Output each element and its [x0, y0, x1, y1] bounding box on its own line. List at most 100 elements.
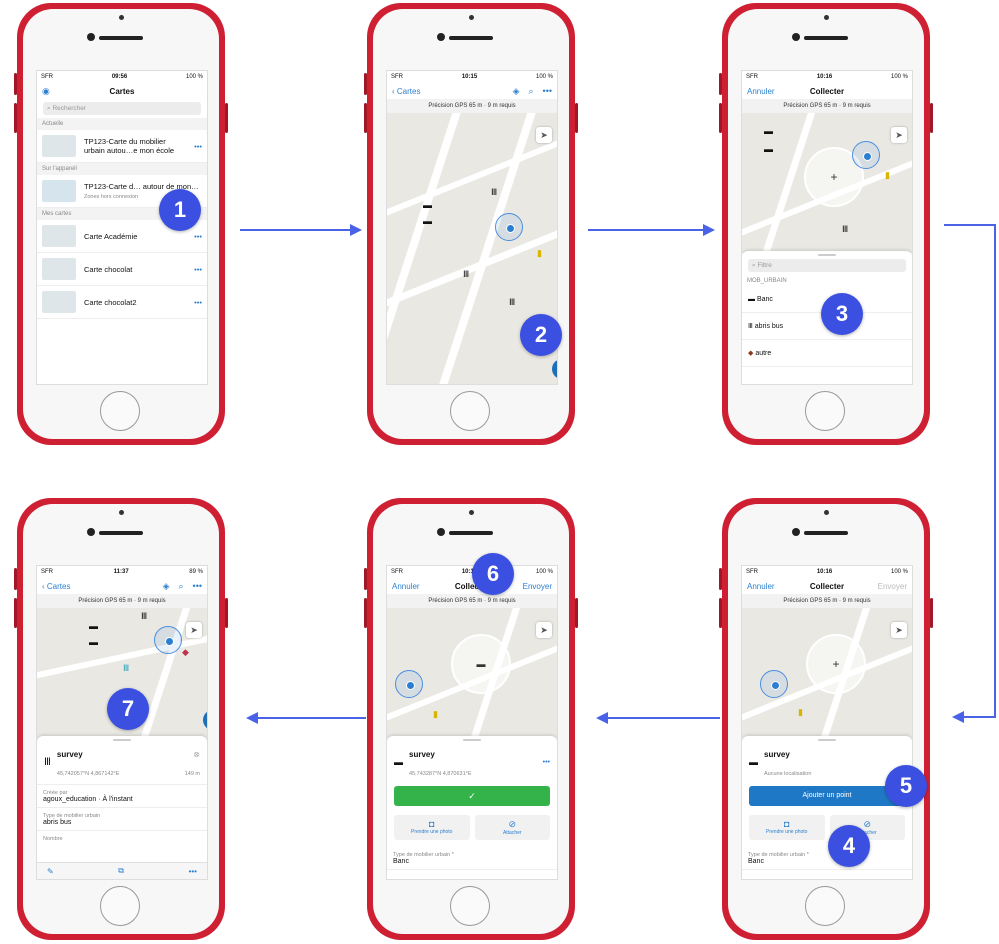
- status-bar: SFR 09:56 100 %: [41, 74, 203, 80]
- layers-icon[interactable]: ◈: [513, 86, 520, 97]
- back-button[interactable]: ‹ Cartes: [392, 87, 420, 96]
- bench-marker[interactable]: ▬: [764, 127, 773, 136]
- step-badge-2: 2: [520, 314, 562, 356]
- locate-icon[interactable]: ➤: [891, 622, 907, 638]
- bench-marker[interactable]: ▬: [89, 622, 98, 631]
- flow-arrowhead: [246, 712, 258, 724]
- add-feature-button[interactable]: +: [552, 359, 557, 379]
- more-icon[interactable]: •••: [194, 232, 202, 241]
- count-field: Nombre: [43, 836, 63, 842]
- more-icon[interactable]: •••: [194, 298, 202, 307]
- flow-arrowhead: [596, 712, 608, 724]
- status-bar: SFR 10:16 100 %: [746, 74, 908, 80]
- layers-icon[interactable]: ◈: [163, 581, 170, 592]
- location-confirmed-button[interactable]: ✓: [394, 786, 550, 806]
- back-button[interactable]: ‹ Cartes: [42, 582, 70, 591]
- search-input[interactable]: ⌕ Rechercher: [43, 102, 201, 115]
- feature-detail-sheet: Ⅲ survey 45,742057°N 4,867142°E ⊗ 149 m Cr…: [37, 736, 207, 879]
- bin-marker[interactable]: ▮: [798, 708, 803, 717]
- section-device: Sur l'appareil: [37, 163, 207, 175]
- locate-icon[interactable]: ➤: [536, 622, 552, 638]
- gps-location-marker: [852, 141, 880, 169]
- list-item[interactable]: Carte chocolat •••: [37, 253, 207, 286]
- furniture-type-field[interactable]: Type de mobilier urbain * Banc: [742, 847, 912, 870]
- more-icon[interactable]: •••: [194, 142, 202, 151]
- close-icon[interactable]: ⊗: [193, 750, 200, 759]
- locate-icon[interactable]: ➤: [891, 127, 907, 143]
- bus-shelter-marker[interactable]: Ⅲ: [141, 612, 147, 621]
- gps-accuracy-bar: Précision GPS 65 m · 9 m requis: [37, 594, 207, 609]
- more-icon[interactable]: •••: [189, 867, 197, 876]
- bench-marker[interactable]: ▬: [423, 217, 432, 226]
- list-item-current-map[interactable]: TP123-Carte du mobilier urbain autou…e m…: [37, 130, 207, 163]
- home-button[interactable]: [450, 886, 490, 926]
- search-icon[interactable]: ⌕: [179, 581, 184, 592]
- bench-marker[interactable]: ▬: [423, 201, 432, 210]
- home-button[interactable]: [100, 886, 140, 926]
- bus-shelter-marker[interactable]: Ⅲ: [491, 188, 497, 197]
- bench-marker[interactable]: ▬: [764, 145, 773, 154]
- map-thumbnail: [42, 135, 76, 157]
- bench-marker[interactable]: ▬: [89, 638, 98, 647]
- more-icon[interactable]: •••: [193, 581, 202, 592]
- bench-icon: ▬: [749, 757, 758, 767]
- step-badge-7: 7: [107, 688, 149, 730]
- type-item-autre[interactable]: ◆ autre: [742, 340, 912, 367]
- bin-marker[interactable]: ▮: [885, 171, 890, 180]
- feature-form-sheet: ▬ survey Aucune localisation Ajouter un p…: [742, 736, 912, 879]
- other-marker[interactable]: ◆: [182, 648, 189, 657]
- sheet-handle[interactable]: [113, 739, 131, 741]
- map-view[interactable]: ➤ + ▮: [742, 608, 912, 740]
- bus-shelter-marker[interactable]: Ⅲ: [842, 225, 848, 234]
- more-icon[interactable]: •••: [194, 265, 202, 274]
- bench-icon: ▬: [394, 757, 403, 767]
- filter-input[interactable]: ⌕ Filtre: [748, 259, 906, 272]
- sheet-handle[interactable]: [818, 254, 836, 256]
- take-photo-button[interactable]: ◘ Prendre une photo: [749, 815, 825, 840]
- search-icon[interactable]: ⌕: [529, 86, 534, 97]
- home-button[interactable]: [100, 391, 140, 431]
- phone-6: SFR 11:37 89 % ‹ Cartes ◈ ⌕ ••• Précisio…: [14, 498, 228, 940]
- step-badge-1: 1: [159, 189, 201, 231]
- furniture-type-field[interactable]: Type de mobilier urbain * Banc: [387, 847, 557, 870]
- bus-shelter-marker[interactable]: Ⅲ: [509, 298, 515, 307]
- bus-shelter-marker[interactable]: Ⅲ: [463, 270, 469, 279]
- flow-arrow: [964, 716, 996, 718]
- flow-arrow: [258, 717, 366, 719]
- flow-arrowhead: [952, 711, 964, 723]
- page-title: Collecter: [454, 581, 490, 591]
- bin-marker[interactable]: ▮: [433, 710, 438, 719]
- created-by-field: Créée par agoux_education · À l'instant: [37, 785, 207, 808]
- flow-arrow: [608, 717, 720, 719]
- edit-icon[interactable]: ✎: [47, 867, 54, 876]
- add-feature-button[interactable]: +: [203, 710, 207, 730]
- camera-icon: ◘: [429, 819, 435, 829]
- paperclip-icon: ⊘: [508, 819, 517, 829]
- more-icon[interactable]: •••: [543, 86, 552, 97]
- map-view[interactable]: ➤ ▬ ▮: [387, 608, 557, 740]
- profile-icon[interactable]: ◉: [42, 86, 50, 97]
- group-label: MOB_URBAIN: [742, 275, 912, 287]
- more-icon[interactable]: •••: [543, 759, 550, 766]
- locate-icon[interactable]: ➤: [536, 127, 552, 143]
- take-photo-button[interactable]: ◘ Prendre une photo: [394, 815, 470, 840]
- home-button[interactable]: [805, 391, 845, 431]
- home-button[interactable]: [450, 391, 490, 431]
- bus-shelter-marker[interactable]: Ⅲ: [123, 664, 129, 673]
- flow-arrow: [588, 229, 705, 231]
- phone-3: SFR 10:16 100 % Annuler Collecter Précis…: [719, 3, 933, 445]
- map-thumbnail: [42, 258, 76, 280]
- attach-button[interactable]: ⊘ Attacher: [474, 815, 550, 840]
- home-button[interactable]: [805, 886, 845, 926]
- gps-location-marker: [395, 670, 423, 698]
- step-badge-4: 4: [828, 825, 870, 867]
- list-item[interactable]: Carte chocolat2 •••: [37, 286, 207, 319]
- copy-icon[interactable]: ⧉: [118, 866, 124, 876]
- bin-marker[interactable]: ▮: [537, 249, 542, 258]
- sheet-handle[interactable]: [463, 739, 481, 741]
- sheet-handle[interactable]: [818, 739, 836, 741]
- map-thumbnail: [42, 225, 76, 247]
- locate-icon[interactable]: ➤: [186, 622, 202, 638]
- add-point-button[interactable]: Ajouter un point: [749, 786, 905, 806]
- map-view[interactable]: ➤ + ▬ ▬ ▮ Ⅲ: [742, 113, 912, 253]
